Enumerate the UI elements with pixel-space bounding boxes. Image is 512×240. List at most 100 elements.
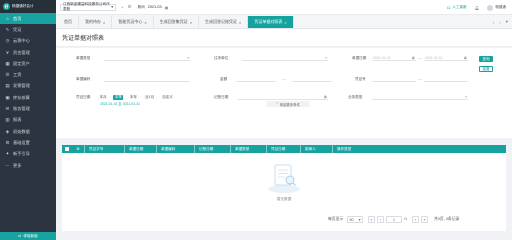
close-icon[interactable]: × <box>103 20 105 25</box>
sidebar-footer-button[interactable]: ⇄ 体验新版 <box>0 232 56 240</box>
contact-label: 往来单位 <box>214 56 229 60</box>
doc-type-select[interactable]: ▾ <box>104 55 190 61</box>
tab[interactable]: 生成回答记账凭证 × <box>199 16 249 28</box>
tab[interactable]: 智能凭证中心 × <box>112 16 154 28</box>
sidebar-item[interactable]: ▥ 报表 <box>0 115 56 126</box>
column-header[interactable]: 单据日期 <box>124 145 156 153</box>
voucher-date-chip[interactable]: 近1月 <box>144 95 156 100</box>
settings-icon[interactable]: ⚙ <box>128 4 132 10</box>
sidebar-item-label: 初始数据 <box>13 128 30 134</box>
amount-max-input[interactable] <box>292 76 332 82</box>
period-label: 期间 <box>137 4 145 9</box>
column-header[interactable]: 凭证日期 <box>266 145 300 153</box>
tab-scroll-right-icon[interactable]: › <box>499 20 500 25</box>
search-button[interactable]: 查询 <box>479 56 493 62</box>
per-page-value: 50 <box>349 217 354 222</box>
tab-label: 我的待办 <box>85 19 101 24</box>
tab-label: 生成回答记账凭证 <box>205 19 238 24</box>
sidebar-item-icon: ¥ <box>6 50 9 56</box>
app-logo[interactable]: 好 畅捷通好会计 <box>0 0 56 13</box>
reset-button[interactable]: 重置 <box>479 66 493 72</box>
tab-scroll-left-icon[interactable]: ‹ <box>493 20 494 25</box>
sidebar-item[interactable]: ✉ 账务管理 <box>0 103 56 114</box>
first-page-button[interactable]: « <box>368 216 375 223</box>
next-page-button[interactable]: › <box>412 216 419 223</box>
column-header[interactable]: 制单人 <box>300 145 332 153</box>
collapse-conditions-link[interactable]: ⌃ 收起更多条件 <box>266 101 310 107</box>
sidebar-item[interactable]: ▣ 库存核算 <box>0 92 56 103</box>
business-type-label: 业务类型 <box>348 95 363 99</box>
select-all-checkbox[interactable] <box>62 147 72 151</box>
sidebar-item[interactable]: ✦ 新手引导 <box>0 149 56 160</box>
period-select[interactable]: 2021-03 <box>148 5 162 9</box>
sidebar-item[interactable]: ⌂ 首页 <box>0 13 56 25</box>
close-icon[interactable]: × <box>144 20 146 25</box>
voucher-date-chip[interactable]: 本年 <box>128 95 138 100</box>
tab[interactable]: 我的待办 × <box>79 16 113 28</box>
close-icon[interactable]: × <box>239 20 241 25</box>
sidebar: 好 畅捷通好会计 ⌂ 首页 ✎ 凭证 ◷ 云票中心 ¥ 资金管理 ▦ 固定资产 ☰ 工资 ▤ 发票管理 ▣ 库… <box>0 0 56 240</box>
sidebar-item[interactable]: ⋯ 更多 <box>0 160 56 171</box>
voucher-date-label: 凭证日期 <box>76 95 91 99</box>
date-range-separator: — <box>418 56 422 60</box>
user-menu[interactable]: 畅捷通 <box>487 4 506 11</box>
total-records: 共0页, 0条记录 <box>434 217 460 221</box>
tab-tools: ‹ › ▾ <box>493 15 508 29</box>
sidebar-item[interactable]: ◷ 云票中心 <box>0 36 56 47</box>
amount-label: 金额 <box>220 77 228 81</box>
settings-icon[interactable]: ⚙ <box>72 147 84 151</box>
voucher-date-chip[interactable]: 本月 <box>98 95 108 100</box>
per-page-select[interactable]: 50 ▾ <box>347 216 363 223</box>
page-number-input[interactable]: 1 <box>386 216 402 223</box>
sidebar-item[interactable]: ☰ 工资 <box>0 69 56 80</box>
sidebar-item-label: 报表 <box>13 117 22 123</box>
column-header[interactable]: 操作类型 <box>332 145 372 153</box>
doc-no-input[interactable] <box>104 76 190 82</box>
table-header: ⚙ 凭证字号 单据日期 单据编码 记账日期 单据类型 凭证日期 制单人 操作类型 <box>62 145 506 153</box>
column-header[interactable]: 单据类型 <box>230 145 266 153</box>
tab-menu-icon[interactable]: ▾ <box>506 19 508 25</box>
voucher-date-chip[interactable]: 本季 <box>113 95 124 100</box>
page-title: 凭证单据对照表 <box>62 36 105 42</box>
amount-min-input[interactable] <box>236 76 276 82</box>
voucher-date-chip[interactable]: 自定义 <box>161 95 175 100</box>
add-icon[interactable]: + <box>121 5 124 10</box>
sidebar-item[interactable]: ◈ 初始数据 <box>0 126 56 137</box>
tab[interactable]: 凭证单据对照表 × <box>248 16 294 28</box>
calendar-icon[interactable]: ▣ <box>165 5 169 10</box>
company-select[interactable]: 江西新金蝶益科技服务公司代表账 ▾ <box>60 2 116 11</box>
doc-date-end[interactable]: 2021-03-31 ▣ <box>424 55 468 61</box>
close-icon[interactable]: × <box>284 20 286 25</box>
tab[interactable]: 首页 <box>58 16 79 28</box>
sidebar-item[interactable]: ▦ 固定资产 <box>0 58 56 69</box>
business-type-select[interactable]: ▾ <box>372 94 468 100</box>
column-header[interactable]: 单据编码 <box>156 145 194 153</box>
tab[interactable]: 生成回答集凭证 × <box>154 16 200 28</box>
sidebar-item[interactable]: ▤ 发票管理 <box>0 81 56 92</box>
sidebar-item-icon: ◈ <box>5 128 10 134</box>
voucher-no-min-input[interactable] <box>372 76 416 82</box>
close-icon[interactable]: × <box>190 20 192 25</box>
column-header[interactable]: 凭证字号 <box>84 145 124 153</box>
sidebar-item[interactable]: ⚙ 基础设置 <box>0 137 56 148</box>
record-date-input[interactable]: ▣ <box>238 94 328 100</box>
prev-page-button[interactable]: ‹ <box>377 216 384 223</box>
notification-icon[interactable]: 🔔︎ <box>475 6 480 10</box>
voucher-no-max-input[interactable] <box>424 76 468 82</box>
doc-date-start-value: 2021-01-01 <box>373 55 391 60</box>
customer-service-button[interactable]: ☊ 人工客服 <box>447 5 467 10</box>
voucher-no-separator: — <box>418 77 422 81</box>
calendar-icon: ▣ <box>463 55 467 60</box>
top-icons: + ⚙ <box>121 4 132 10</box>
contact-select[interactable]: ▾ <box>242 55 328 61</box>
doc-date-start[interactable]: 2021-01-01 ▣ <box>372 55 416 61</box>
chevron-down-icon: ▾ <box>358 217 361 222</box>
chevron-up-icon: ⌃ <box>275 102 279 106</box>
topbar: 江西新金蝶益科技服务公司代表账 ▾ + ⚙ 期间 2021-03 ▣ ☊ 人工客… <box>56 0 512 15</box>
last-page-button[interactable]: » <box>421 216 428 223</box>
collapse-conditions-label: 收起更多条件 <box>279 102 301 107</box>
sidebar-item[interactable]: ¥ 资金管理 <box>0 47 56 58</box>
column-header[interactable]: 记账日期 <box>194 145 230 153</box>
sidebar-item[interactable]: ✎ 凭证 <box>0 24 56 35</box>
record-date-label: 记账日期 <box>214 95 229 99</box>
